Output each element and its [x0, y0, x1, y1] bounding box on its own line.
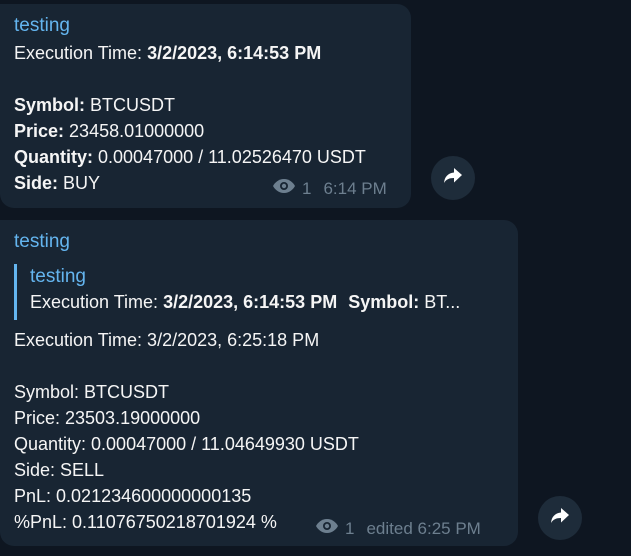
eye-icon	[272, 178, 296, 199]
reply-sender: testing	[30, 266, 86, 287]
reply-execution-label: Execution Time:	[30, 292, 159, 312]
sender-name[interactable]: testing	[14, 15, 70, 37]
pnl-line: PnL: 0.021234600000000135	[14, 486, 252, 506]
symbol-value: BTCUSDT	[90, 95, 176, 115]
percent-pnl-line: %PnL: 0.11076750218701924 %	[14, 512, 277, 532]
symbol-line: Symbol: BTCUSDT	[14, 382, 170, 402]
eye-icon	[315, 518, 339, 539]
price-value: 23458.01000000	[69, 121, 205, 141]
price-line: Price: 23458.01000000	[14, 121, 204, 142]
price-label: Price:	[14, 121, 65, 141]
symbol-line: Symbol: BTCUSDT	[14, 95, 175, 116]
share-icon	[442, 166, 464, 191]
quantity-line: Quantity: 0.00047000 / 11.02526470 USDT	[14, 147, 366, 168]
share-button[interactable]	[431, 156, 475, 200]
message-bubble[interactable]: testing testing Execution Time: 3/2/2023…	[0, 220, 518, 546]
message-meta: 1 6:14 PM	[272, 178, 387, 199]
reply-quote[interactable]: testing Execution Time: 3/2/2023, 6:14:5…	[14, 264, 494, 320]
views-count: 1	[345, 518, 355, 538]
quantity-value: 0.00047000 / 11.02526470 USDT	[98, 147, 366, 167]
symbol-label: Symbol:	[14, 95, 86, 115]
execution-time-line: Execution Time: 3/2/2023, 6:25:18 PM	[14, 330, 320, 350]
views-count: 1	[302, 178, 312, 198]
side-label: Side:	[14, 173, 59, 193]
side-value: BUY	[63, 173, 101, 193]
execution-time-label: Execution Time:	[14, 43, 143, 63]
share-icon	[549, 506, 571, 531]
side-line: Side: BUY	[14, 173, 100, 194]
execution-time-line: Execution Time: 3/2/2023, 6:14:53 PM	[14, 43, 321, 64]
message-time: edited 6:25 PM	[366, 518, 481, 538]
sender-name[interactable]: testing	[14, 231, 70, 253]
reply-text: Execution Time: 3/2/2023, 6:14:53 PM Sym…	[30, 292, 460, 313]
share-button[interactable]	[538, 496, 582, 540]
execution-time-value: 3/2/2023, 6:14:53 PM	[147, 43, 322, 63]
message-meta: 1 edited 6:25 PM	[315, 518, 481, 539]
reply-symbol-label: Symbol:	[348, 292, 420, 312]
price-line: Price: 23503.19000000	[14, 408, 201, 428]
quantity-label: Quantity:	[14, 147, 93, 167]
quantity-line: Quantity: 0.00047000 / 11.04649930 USDT	[14, 434, 359, 454]
reply-execution-value: 3/2/2023, 6:14:53 PM	[163, 292, 338, 312]
message-bubble[interactable]: testing Execution Time: 3/2/2023, 6:14:5…	[0, 4, 411, 208]
message-time: 6:14 PM	[323, 178, 387, 198]
reply-symbol-value: BT...	[424, 292, 461, 312]
side-line: Side: SELL	[14, 460, 105, 480]
